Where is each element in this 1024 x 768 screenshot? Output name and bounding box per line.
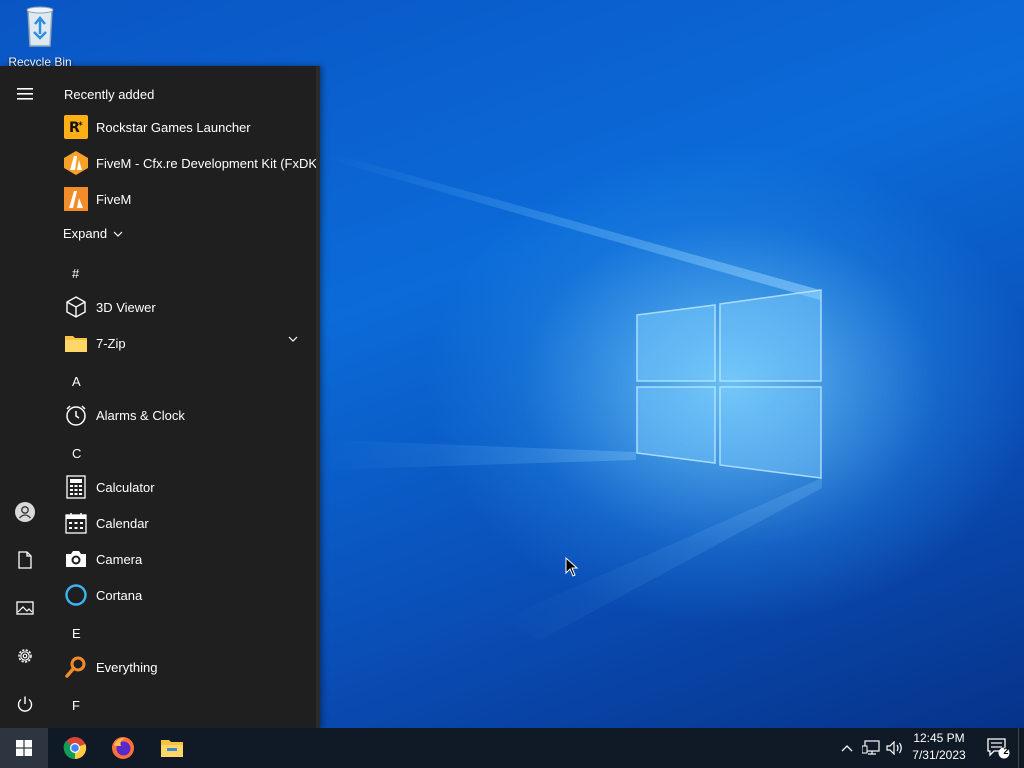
menu-button[interactable] (0, 74, 50, 114)
recycle-bin[interactable]: Recycle Bin (4, 4, 76, 74)
app-calendar[interactable]: Calendar (50, 506, 312, 540)
file-explorer-icon (161, 740, 183, 757)
clock[interactable]: 12:45 PM 7/31/2023 (900, 730, 978, 766)
app-label: FiveM (96, 191, 132, 207)
fivem-icon (63, 186, 89, 212)
taskbar: 12:45 PM 7/31/2023 2 (0, 728, 1024, 768)
action-center-button[interactable]: 2 (978, 728, 1018, 768)
search-icon (63, 654, 89, 680)
fxdk-icon (63, 150, 89, 176)
recycle-bin-icon (26, 6, 54, 47)
show-desktop-button[interactable] (1018, 728, 1024, 768)
pictures-icon (16, 601, 34, 615)
app-list[interactable]: Recently added R * Rockstar Games Launche… (50, 66, 316, 728)
clock-date: 7/31/2023 (912, 748, 966, 762)
start-rail (0, 66, 50, 728)
letter-header-c[interactable]: C (72, 446, 81, 461)
chevron-down-icon (113, 231, 123, 237)
notification-count: 2 (1003, 746, 1009, 756)
clock-icon (63, 402, 89, 428)
svg-text:*: * (78, 121, 83, 131)
power-button[interactable] (0, 684, 50, 724)
settings-button[interactable] (0, 636, 50, 676)
user-icon (15, 502, 35, 522)
app-camera[interactable]: Camera (50, 542, 312, 576)
firefox-icon (112, 737, 134, 759)
network-icon (862, 740, 880, 755)
taskbar-firefox[interactable] (99, 728, 147, 768)
expand-label: Expand (63, 226, 108, 241)
cortana-icon (63, 582, 89, 608)
taskbar-chrome[interactable] (51, 728, 99, 768)
chevron-up-icon (841, 745, 853, 752)
recently-added-heading: Recently added (64, 87, 155, 102)
settings-icon (18, 649, 32, 663)
hamburger-icon (17, 88, 33, 100)
document-icon (18, 551, 32, 569)
show-hidden-icons[interactable] (838, 728, 856, 768)
app-label: Camera (96, 551, 143, 567)
app-fivem[interactable]: FiveM (50, 182, 312, 216)
app-calculator[interactable]: Calculator (50, 470, 312, 504)
windows-logo-wallpaper (636, 289, 822, 479)
app-label: FiveM - Cfx.re Development Kit (FxDK) (96, 155, 316, 171)
letter-header-a[interactable]: A (72, 374, 81, 389)
letter-header-hash[interactable]: # (72, 266, 79, 281)
rockstar-icon: R * (63, 114, 89, 140)
account-button[interactable] (0, 492, 50, 532)
folder-icon (63, 330, 89, 356)
app-label: Everything (96, 659, 158, 675)
chevron-down-icon[interactable] (288, 336, 298, 342)
start-button[interactable] (0, 728, 48, 768)
letter-header-e[interactable]: E (72, 626, 81, 641)
calculator-icon (63, 474, 89, 500)
app-label: Cortana (96, 587, 143, 603)
pictures-button[interactable] (0, 588, 50, 628)
letter-header-f[interactable]: F (72, 698, 80, 713)
clock-time: 12:45 PM (913, 731, 965, 745)
app-label: Calendar (96, 515, 149, 531)
app-label: 3D Viewer (96, 299, 156, 315)
app-label: Alarms & Clock (96, 407, 185, 423)
taskbar-file-explorer[interactable] (148, 728, 196, 768)
app-everything[interactable]: Everything (50, 650, 312, 684)
app-fivem-fxdk[interactable]: FiveM - Cfx.re Development Kit (FxDK) (50, 146, 316, 180)
start-menu: Recently added R * Rockstar Games Launche… (0, 66, 320, 728)
app-7-zip[interactable]: 7-Zip (50, 326, 312, 360)
app-cortana[interactable]: Cortana (50, 578, 312, 612)
app-alarms-clock[interactable]: Alarms & Clock (50, 398, 312, 432)
scrollbar[interactable] (316, 66, 320, 728)
network-tray[interactable] (860, 728, 882, 768)
expand-button[interactable]: Expand (63, 226, 123, 241)
chrome-icon (63, 737, 87, 760)
power-icon (17, 696, 33, 712)
documents-button[interactable] (0, 540, 50, 580)
windows-icon (16, 740, 32, 756)
app-label: 7-Zip (96, 335, 126, 351)
camera-icon (63, 546, 89, 572)
app-label: Rockstar Games Launcher (96, 119, 251, 135)
cube-icon (63, 294, 89, 320)
app-label: Calculator (96, 479, 155, 495)
app-rockstar-games-launcher[interactable]: R * Rockstar Games Launcher (50, 110, 312, 144)
calendar-icon (63, 510, 89, 536)
app-3d-viewer[interactable]: 3D Viewer (50, 290, 312, 324)
mouse-cursor-icon (565, 557, 579, 577)
